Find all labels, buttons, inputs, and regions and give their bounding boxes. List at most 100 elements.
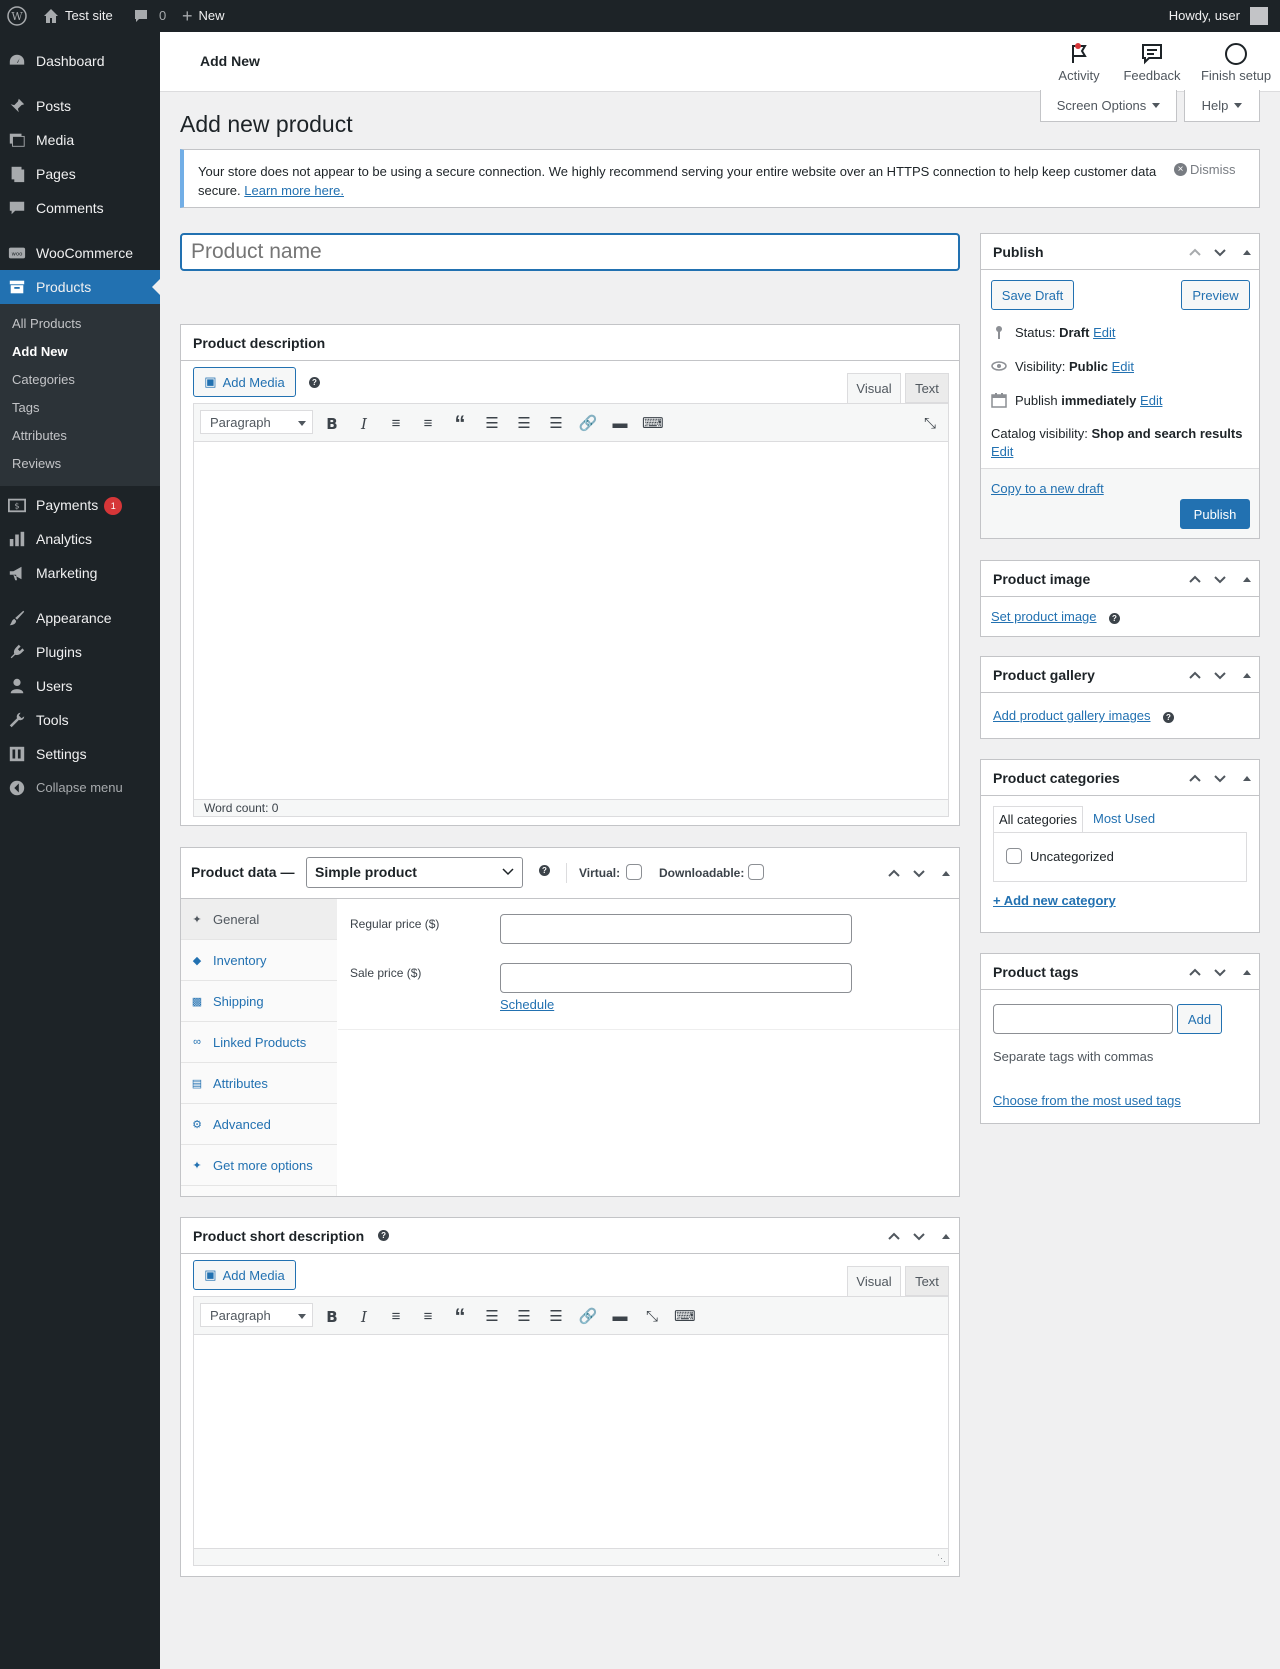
set-product-image-link[interactable]: Set product image	[991, 609, 1097, 624]
edit-date-link[interactable]: Edit	[1140, 393, 1162, 408]
toggle-panel-icon[interactable]	[1239, 964, 1255, 980]
read-more-icon[interactable]: ▬	[610, 414, 630, 434]
menu-woocommerce[interactable]: woo WooCommerce	[0, 236, 160, 270]
tab-visual[interactable]: Visual	[847, 373, 901, 403]
tab-attributes[interactable]: ▤ Attributes	[181, 1063, 337, 1104]
submenu-tags[interactable]: Tags	[12, 400, 39, 415]
blockquote-icon[interactable]: “	[450, 1306, 470, 1328]
move-up-icon[interactable]	[886, 1228, 902, 1244]
link-icon[interactable]: 🔗	[578, 1307, 598, 1327]
italic-icon[interactable]: I	[354, 414, 374, 434]
numbered-list-icon[interactable]: ≡	[418, 1307, 438, 1327]
toggle-panel-icon[interactable]	[1239, 770, 1255, 786]
schedule-link[interactable]: Schedule	[500, 997, 554, 1012]
virtual-checkbox[interactable]	[626, 864, 642, 880]
fullscreen-icon[interactable]: ⤡	[642, 1307, 662, 1327]
resize-handle-icon[interactable]: ⋱	[937, 1553, 946, 1564]
product-type-select[interactable]: Simple product	[306, 857, 523, 888]
menu-analytics[interactable]: Analytics	[0, 522, 160, 556]
align-right-icon[interactable]: ☰	[546, 1307, 566, 1327]
tab-shipping[interactable]: ▩ Shipping	[181, 981, 337, 1022]
align-right-icon[interactable]: ☰	[546, 414, 566, 434]
collapse-menu[interactable]: Collapse menu	[0, 771, 160, 805]
menu-appearance[interactable]: Appearance	[0, 601, 160, 635]
publish-button[interactable]: Publish	[1180, 499, 1250, 529]
read-more-icon[interactable]: ▬	[610, 1307, 630, 1327]
product-name-input[interactable]	[180, 233, 960, 271]
add-media-button[interactable]: ▣ Add Media	[193, 367, 296, 397]
move-up-icon[interactable]	[1187, 571, 1203, 587]
italic-icon[interactable]: I	[354, 1307, 374, 1327]
align-left-icon[interactable]: ☰	[482, 1307, 502, 1327]
tag-input[interactable]	[993, 1004, 1173, 1034]
bullet-list-icon[interactable]: ≡	[386, 414, 406, 434]
bold-icon[interactable]: B	[322, 414, 342, 434]
blockquote-icon[interactable]: “	[450, 413, 470, 435]
copy-to-draft-link[interactable]: Copy to a new draft	[991, 481, 1104, 496]
toolbar-toggle-icon[interactable]: ⌨	[642, 414, 664, 434]
move-up-icon[interactable]	[1187, 244, 1203, 260]
feedback-button[interactable]: Feedback	[1117, 42, 1187, 83]
tab-all-categories[interactable]: All categories	[993, 806, 1083, 832]
move-up-icon[interactable]	[886, 865, 902, 881]
help-button[interactable]: Help	[1184, 90, 1260, 122]
toggle-panel-icon[interactable]	[1239, 244, 1255, 260]
menu-tools[interactable]: Tools	[0, 703, 160, 737]
screen-options-button[interactable]: Screen Options	[1040, 90, 1177, 122]
menu-products[interactable]: Products	[0, 270, 160, 304]
bold-icon[interactable]: B	[322, 1307, 342, 1327]
bullet-list-icon[interactable]: ≡	[386, 1307, 406, 1327]
submenu-add-new[interactable]: Add New	[12, 344, 68, 359]
tab-general[interactable]: ✦ General	[181, 899, 337, 940]
move-down-icon[interactable]	[1212, 667, 1228, 683]
align-left-icon[interactable]: ☰	[482, 414, 502, 434]
add-new-category-link[interactable]: + Add new category	[993, 893, 1116, 908]
help-tip-icon[interactable]: ?	[539, 865, 550, 876]
menu-comments[interactable]: Comments	[0, 191, 160, 225]
help-tip-icon[interactable]: ?	[309, 377, 320, 388]
preview-button[interactable]: Preview	[1181, 280, 1250, 310]
save-draft-button[interactable]: Save Draft	[991, 280, 1074, 310]
help-tip-icon[interactable]: ?	[1163, 712, 1174, 723]
finish-setup-button[interactable]: Finish setup	[1194, 42, 1278, 83]
move-down-icon[interactable]	[1212, 571, 1228, 587]
comments-link[interactable]: 0	[133, 0, 166, 32]
move-down-icon[interactable]	[1212, 770, 1228, 786]
format-select[interactable]: Paragraph	[200, 410, 313, 434]
tab-inventory[interactable]: ◆ Inventory	[181, 940, 337, 981]
menu-dashboard[interactable]: Dashboard	[0, 44, 160, 78]
fullscreen-icon[interactable]: ⤡	[920, 414, 940, 434]
format-select[interactable]: Paragraph	[200, 1303, 313, 1327]
toggle-panel-icon[interactable]	[1239, 667, 1255, 683]
move-up-icon[interactable]	[1187, 667, 1203, 683]
help-tip-icon[interactable]: ?	[378, 1230, 390, 1241]
submenu-categories[interactable]: Categories	[12, 372, 75, 387]
toggle-panel-icon[interactable]	[938, 1228, 954, 1244]
learn-more-link[interactable]: Learn more here.	[244, 183, 344, 198]
menu-posts[interactable]: Posts	[0, 89, 160, 123]
menu-plugins[interactable]: Plugins	[0, 635, 160, 669]
new-content-link[interactable]: + New	[182, 0, 225, 32]
sale-price-input[interactable]	[500, 963, 852, 993]
tab-linked-products[interactable]: ∞ Linked Products	[181, 1022, 337, 1063]
site-name-link[interactable]: Test site	[43, 0, 113, 32]
add-tag-button[interactable]: Add	[1177, 1004, 1222, 1034]
submenu-attributes[interactable]: Attributes	[12, 428, 67, 443]
menu-payments[interactable]: $ Payments 1	[0, 488, 160, 522]
activity-button[interactable]: Activity	[1051, 42, 1107, 83]
tab-most-used[interactable]: Most Used	[1093, 811, 1155, 826]
align-center-icon[interactable]: ☰	[514, 1307, 534, 1327]
move-up-icon[interactable]	[1187, 964, 1203, 980]
help-tip-icon[interactable]: ?	[1109, 613, 1120, 624]
menu-users[interactable]: Users	[0, 669, 160, 703]
menu-media[interactable]: Media	[0, 123, 160, 157]
tab-get-more-options[interactable]: ✦ Get more options	[181, 1145, 337, 1186]
add-gallery-images-link[interactable]: Add product gallery images	[993, 708, 1151, 723]
edit-catalog-visibility-link[interactable]: Edit	[991, 444, 1013, 459]
numbered-list-icon[interactable]: ≡	[418, 414, 438, 434]
move-down-icon[interactable]	[911, 865, 927, 881]
my-account[interactable]: Howdy, user	[1169, 0, 1268, 32]
wordpress-logo-icon[interactable]: W	[7, 0, 27, 32]
align-center-icon[interactable]: ☰	[514, 414, 534, 434]
category-checkbox[interactable]	[1006, 848, 1022, 864]
